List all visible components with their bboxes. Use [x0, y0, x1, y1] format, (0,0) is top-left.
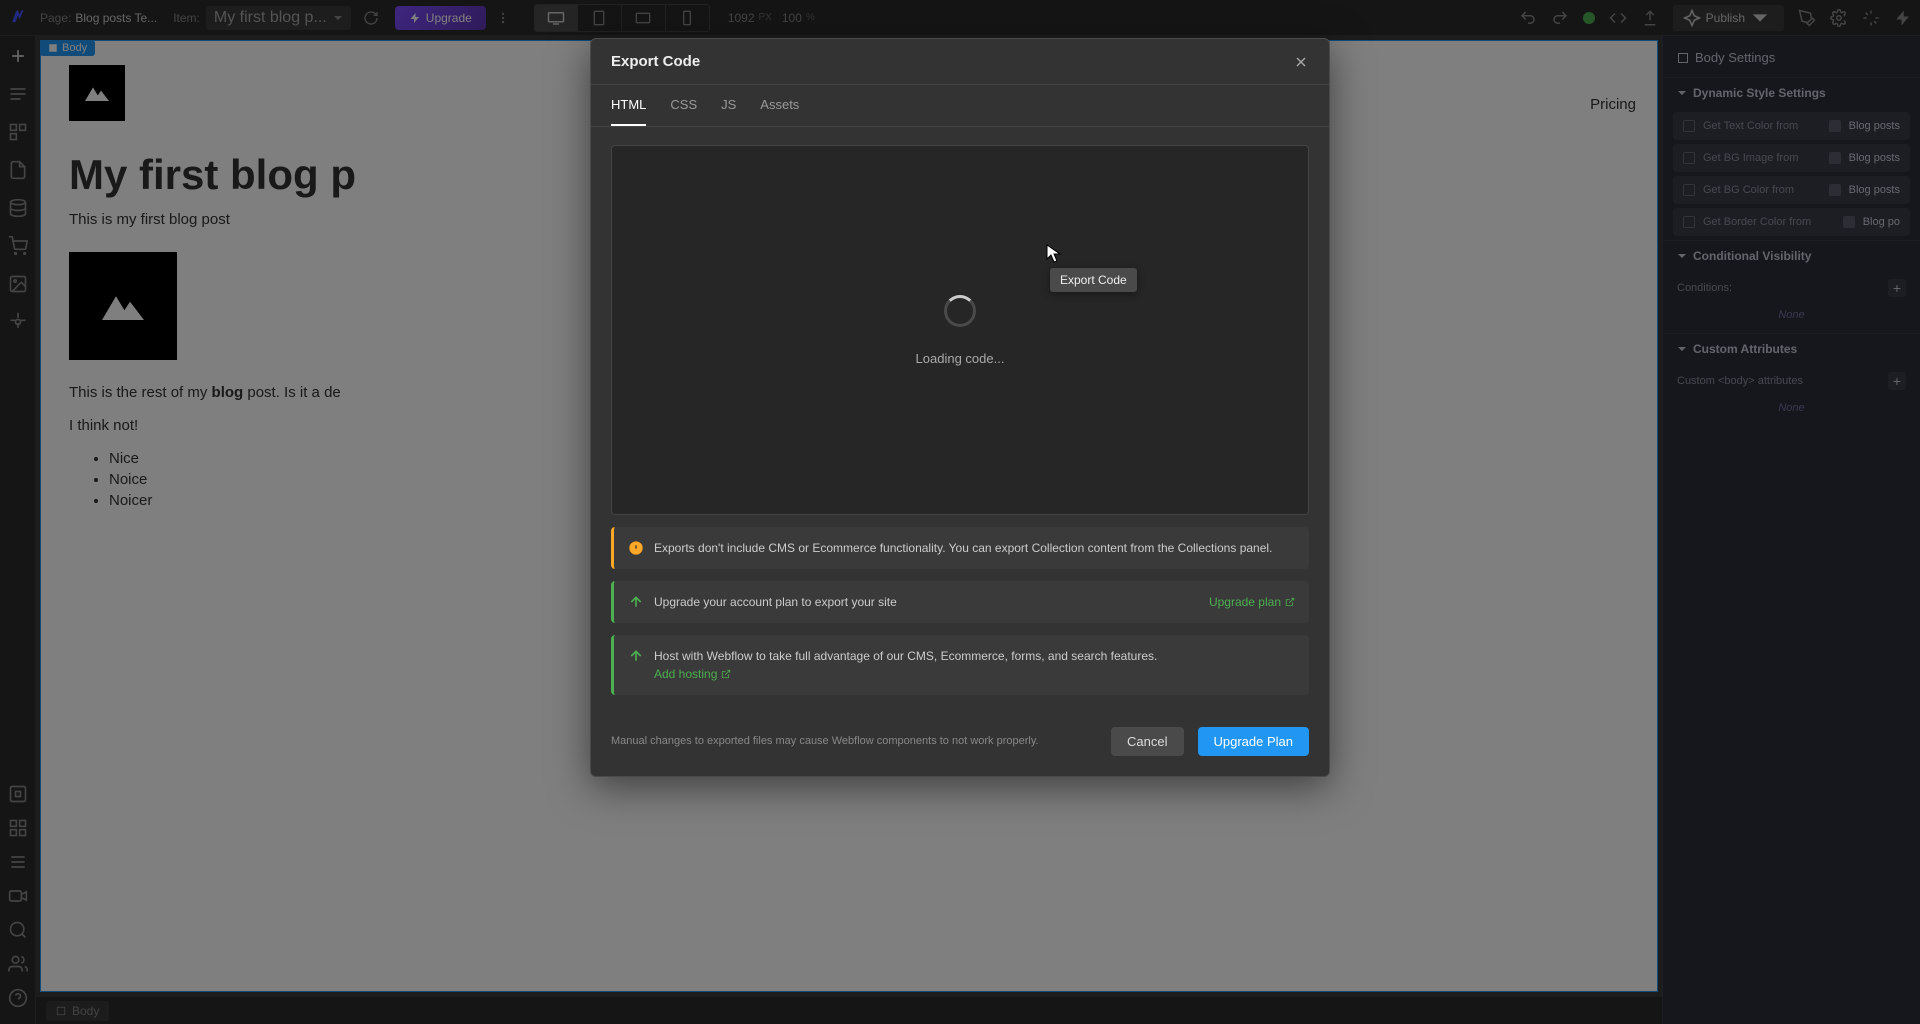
- loading-text: Loading code...: [916, 351, 1005, 366]
- external-link-icon: [721, 669, 731, 679]
- modal-tabs: HTML CSS JS Assets: [591, 85, 1329, 127]
- modal-header: Export Code: [591, 39, 1329, 85]
- cursor-icon: [1046, 244, 1062, 264]
- hosting-banner: Host with Webflow to take full advantage…: [611, 635, 1309, 695]
- info-banner-text: Exports don't include CMS or Ecommerce f…: [654, 539, 1295, 557]
- tab-js[interactable]: JS: [721, 85, 736, 126]
- modal-footer: Manual changes to exported files may cau…: [591, 713, 1329, 776]
- modal-footer-note: Manual changes to exported files may cau…: [611, 734, 1097, 749]
- info-banner: Exports don't include CMS or Ecommerce f…: [611, 527, 1309, 569]
- arrow-up-icon: [628, 594, 644, 610]
- upgrade-plan-link[interactable]: Upgrade plan: [1209, 593, 1295, 611]
- add-hosting-link[interactable]: Add hosting: [654, 665, 731, 683]
- modal-title: Export Code: [611, 53, 700, 70]
- close-icon[interactable]: [1293, 54, 1309, 70]
- cancel-button[interactable]: Cancel: [1111, 727, 1183, 756]
- tab-css[interactable]: CSS: [670, 85, 697, 126]
- upgrade-plan-button[interactable]: Upgrade Plan: [1198, 727, 1310, 756]
- tab-assets[interactable]: Assets: [760, 85, 799, 126]
- loading-spinner: [944, 295, 976, 327]
- export-code-tooltip: Export Code: [1050, 268, 1137, 292]
- hosting-banner-text: Host with Webflow to take full advantage…: [654, 647, 1295, 683]
- tab-html[interactable]: HTML: [611, 85, 646, 126]
- arrow-up-icon: [628, 648, 644, 664]
- modal-body: Loading code... Exports don't include CM…: [591, 127, 1329, 713]
- code-preview-box: Loading code...: [611, 145, 1309, 515]
- upgrade-banner-text: Upgrade your account plan to export your…: [654, 593, 1199, 611]
- upgrade-banner: Upgrade your account plan to export your…: [611, 581, 1309, 623]
- external-link-icon: [1285, 597, 1295, 607]
- export-code-modal: Export Code HTML CSS JS Assets Loading c…: [590, 38, 1330, 777]
- info-icon: [628, 540, 644, 556]
